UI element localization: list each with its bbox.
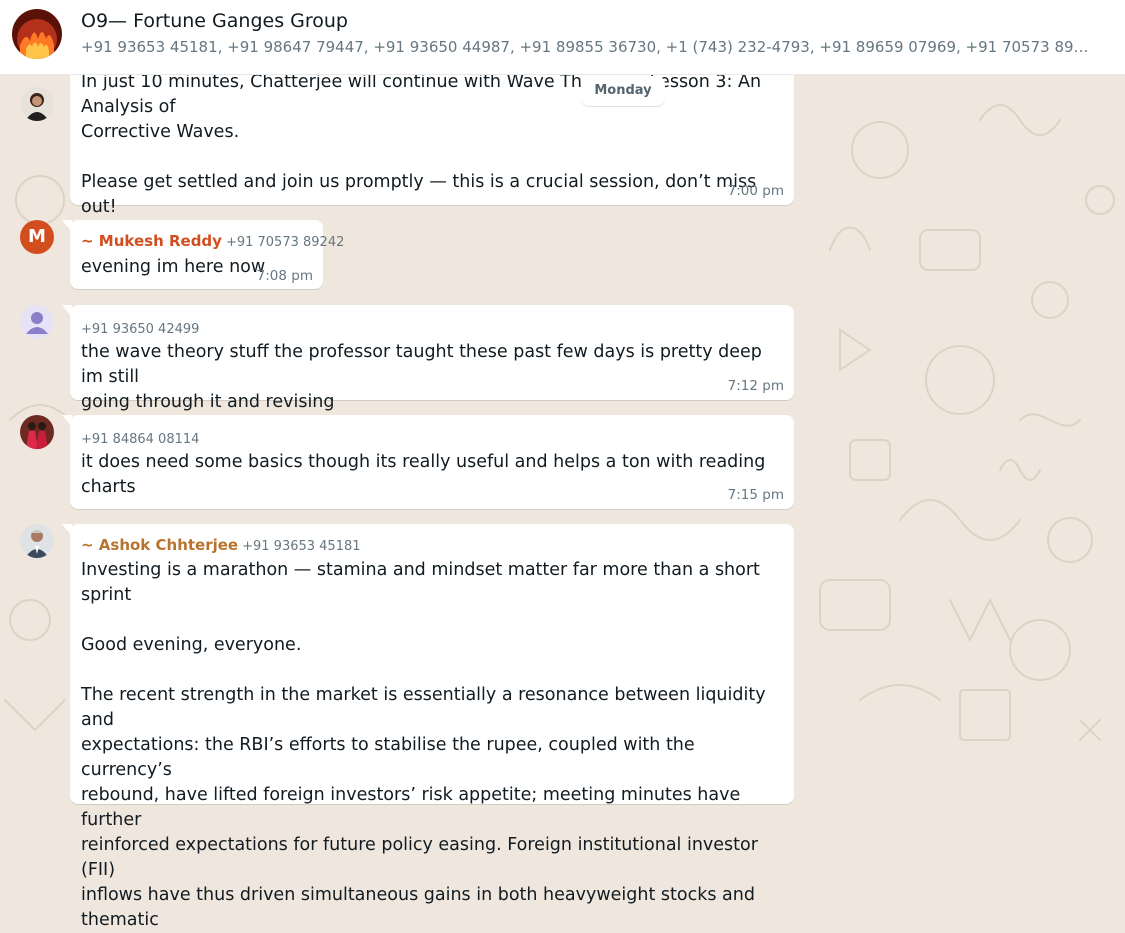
sender-name[interactable]: ~ Ashok Chhterjee <box>81 536 238 554</box>
message-time: 7:15 pm <box>727 487 784 503</box>
group-avatar-image <box>12 9 62 59</box>
message-time: 7:00 pm <box>727 183 784 199</box>
sender-avatar[interactable] <box>20 524 54 558</box>
man-avatar-image <box>20 524 54 558</box>
group-title[interactable]: O9— Fortune Ganges Group <box>81 10 348 32</box>
sender-phone[interactable]: +91 84864 08114 <box>81 432 199 447</box>
message-bubble[interactable]: ~ Mukesh Reddy +91 70573 89242 evening im… <box>62 220 344 289</box>
message-bubble[interactable]: +91 93650 42499 the wave theory stuff th… <box>62 305 794 412</box>
message-time: 7:12 pm <box>727 378 784 394</box>
message-text: the wave theory stuff the professor taug… <box>81 342 762 412</box>
message-list[interactable]: Monday In just 10 minutes, Chatterjee wi… <box>0 0 1125 930</box>
chat-header[interactable]: O9— Fortune Ganges Group +91 93653 45181… <box>0 0 1125 75</box>
woman-avatar-image <box>20 87 54 121</box>
sender-phone: +91 70573 89242 <box>225 235 345 250</box>
sender-line: +91 84864 08114 <box>81 428 199 447</box>
sender-name[interactable]: ~ Mukesh Reddy <box>81 232 222 250</box>
message-text: it does need some basics though its real… <box>81 452 771 497</box>
sender-line: ~ Ashok Chhterjee +91 93653 45181 <box>81 535 361 554</box>
sender-line: ~ Mukesh Reddy +91 70573 89242 <box>81 231 344 250</box>
group-members-list[interactable]: +91 93653 45181, +91 98647 79447, +91 93… <box>81 38 1097 56</box>
sender-phone[interactable]: +91 93650 42499 <box>81 322 199 337</box>
default-user-icon <box>20 305 54 339</box>
sender-avatar[interactable] <box>20 415 54 449</box>
message-text: Investing is a marathon — stamina and mi… <box>81 560 766 930</box>
sender-avatar[interactable] <box>20 87 54 121</box>
message-bubble[interactable]: +91 84864 08114 it does need some basics… <box>62 415 794 509</box>
group-avatar[interactable] <box>12 9 62 59</box>
couple-avatar-image <box>20 415 54 449</box>
sender-avatar[interactable] <box>20 305 54 339</box>
avatar-letter: M <box>28 226 46 247</box>
sender-avatar[interactable]: M <box>20 220 54 254</box>
day-separator: Monday <box>581 76 665 106</box>
message-time: 7:08 pm <box>256 268 313 284</box>
message-text: In just 10 minutes, Chatterjee will cont… <box>81 72 762 217</box>
message-bubble[interactable]: In just 10 minutes, Chatterjee will cont… <box>70 60 794 217</box>
message-text: evening im here now <box>81 257 266 277</box>
sender-phone: +91 93653 45181 <box>242 539 361 554</box>
message-bubble[interactable]: ~ Ashok Chhterjee +91 93653 45181 Investi… <box>62 524 794 930</box>
sender-line: +91 93650 42499 <box>81 318 199 337</box>
